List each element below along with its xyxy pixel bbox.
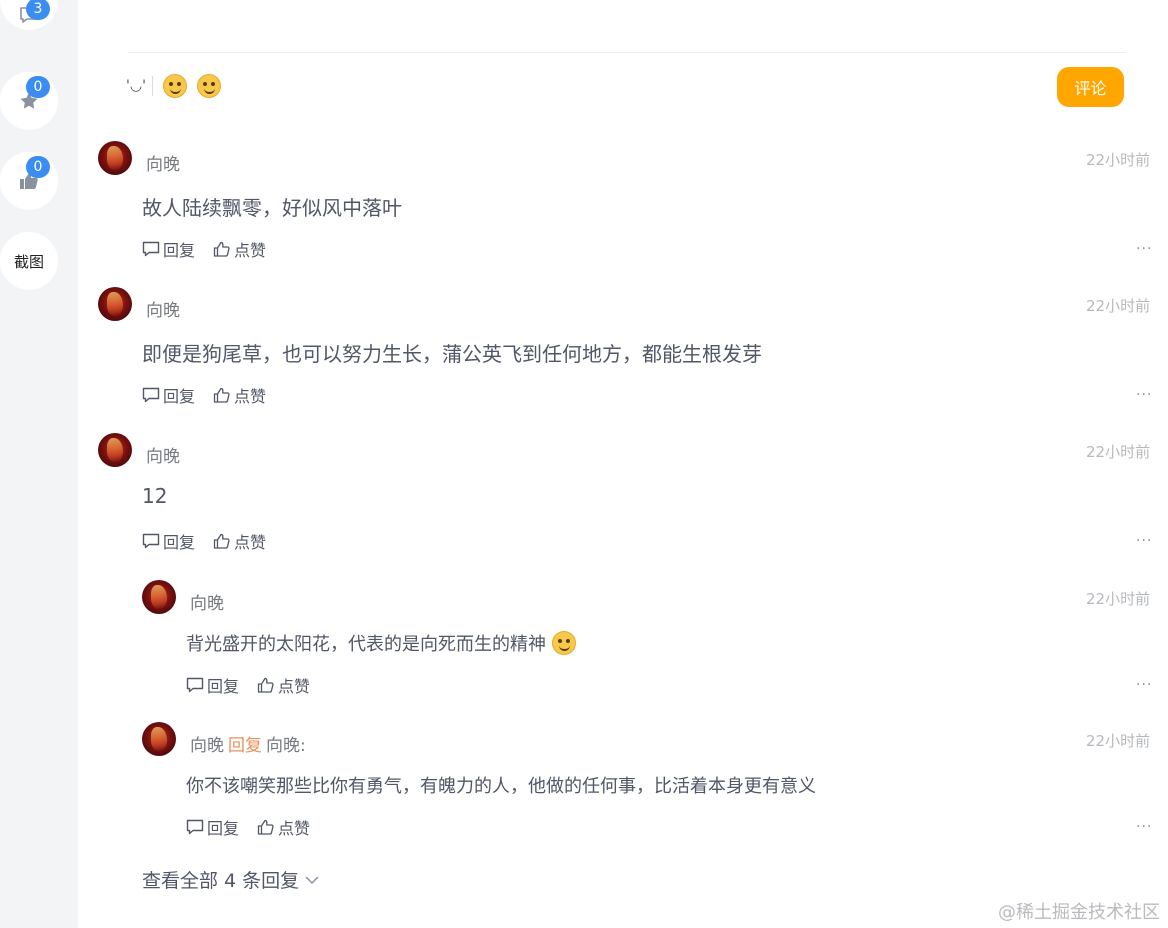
like-label: 点赞: [234, 533, 267, 552]
reply-actions: 回复 点赞: [186, 815, 310, 839]
thumbs-up-outline-icon: [213, 533, 230, 549]
comment-text: 故人陆续飘零，好似风中落叶: [142, 196, 402, 220]
comment-actions: 回复 点赞: [142, 237, 266, 261]
reply-to-user[interactable]: 向晚:: [266, 736, 306, 756]
comment-item: 向晚 22小时前 故人陆续飘零，好似风中落叶 回复 点赞 ...: [98, 141, 1152, 261]
like-comment-button[interactable]: 点赞: [257, 673, 310, 697]
like-comment-button[interactable]: 点赞: [213, 237, 266, 261]
comments-count-badge: 3: [26, 0, 50, 20]
like-label: 点赞: [234, 387, 267, 406]
reply-label: 回复: [163, 533, 196, 552]
avatar[interactable]: [98, 141, 132, 175]
screenshot-button[interactable]: 截图: [0, 232, 58, 290]
more-options-button[interactable]: ...: [1136, 815, 1152, 831]
comment-actions: 回复 点赞: [142, 383, 266, 407]
more-options-button[interactable]: ...: [1136, 237, 1152, 253]
reply-icon: [186, 677, 204, 693]
reply-header: 向晚 回复 向晚:: [190, 731, 306, 756]
like-label: 点赞: [234, 241, 267, 260]
reply-text: 你不该嘲笑那些比你有勇气，有魄力的人，他做的任何事，比活着本身更有意义: [186, 776, 816, 797]
reply-button[interactable]: 回复: [142, 529, 195, 553]
thumbs-up-outline-icon: [257, 819, 274, 835]
like-label: 点赞: [278, 819, 311, 838]
thumbs-up-outline-icon: [213, 387, 230, 403]
reply-icon: [186, 819, 204, 835]
username[interactable]: 向晚: [146, 150, 180, 175]
reply-icon: [142, 533, 160, 549]
more-options-button[interactable]: ...: [1136, 673, 1152, 689]
reply-label: 回复: [207, 677, 240, 696]
reply-time: 22小时前: [1086, 732, 1151, 750]
like-label: 点赞: [278, 677, 311, 696]
comment-item: 向晚 22小时前 即便是狗尾草，也可以努力生长，蒲公英飞到任何地方，都能生根发芽…: [98, 287, 1152, 407]
shy-emoji-icon[interactable]: [196, 74, 221, 98]
editor-placeholder[interactable]: ·: [122, 0, 126, 7]
screenshot-label: 截图: [13, 252, 44, 271]
emoji-toolbar: '◡': [126, 74, 221, 98]
comment-actions: 回复 点赞: [142, 529, 266, 553]
comment-panel: · '◡' 评论 向晚 22小时前 故人陆续飘零，好似风中落叶 回复 点赞 ..…: [78, 0, 1168, 928]
reply-button[interactable]: 回复: [142, 383, 195, 407]
favorite-button[interactable]: 0: [0, 72, 58, 130]
reply-text: 背光盛开的太阳花，代表的是向死而生的精神: [186, 634, 546, 655]
avatar[interactable]: [142, 722, 176, 756]
like-button[interactable]: 0: [0, 152, 58, 210]
avatar[interactable]: [98, 433, 132, 467]
like-comment-button[interactable]: 点赞: [213, 529, 266, 553]
more-options-button[interactable]: ...: [1136, 383, 1152, 399]
reply-button[interactable]: 回复: [186, 815, 239, 839]
reply-to-tag: 回复: [228, 736, 262, 756]
reply-label: 回复: [163, 241, 196, 260]
avatar[interactable]: [98, 287, 132, 321]
comment-text: 即便是狗尾草，也可以努力生长，蒲公英飞到任何地方，都能生根发芽: [142, 342, 762, 366]
submit-comment-button[interactable]: 评论: [1057, 67, 1124, 107]
left-sidebar: 3 0 0 截图: [0, 0, 78, 928]
reply-item: 向晚 22小时前 背光盛开的太阳花，代表的是向死而生的精神 回复 点赞 ...: [142, 580, 1152, 700]
comments-button[interactable]: 3: [0, 0, 58, 30]
avatar[interactable]: [142, 580, 176, 614]
watermark: @稀土掘金技术社区: [998, 902, 1160, 923]
favorites-count-badge: 0: [26, 76, 50, 98]
chevron-down-icon: [305, 875, 319, 884]
username[interactable]: 向晚: [190, 736, 224, 756]
comment-time: 22小时前: [1086, 151, 1151, 169]
like-comment-button[interactable]: 点赞: [213, 383, 266, 407]
reply-content: 背光盛开的太阳花，代表的是向死而生的精神: [186, 630, 576, 656]
username[interactable]: 向晚: [146, 296, 180, 321]
comment-text: 12: [142, 484, 168, 508]
smile-emoji-icon: [552, 631, 576, 655]
kaomoji-button[interactable]: '◡': [126, 76, 153, 96]
comment-time: 22小时前: [1086, 443, 1151, 461]
thumbs-up-outline-icon: [257, 677, 274, 693]
reply-button[interactable]: 回复: [186, 673, 239, 697]
view-all-replies-button[interactable]: 查看全部 4 条回复: [142, 866, 319, 893]
smile-emoji-icon[interactable]: [162, 74, 187, 98]
editor-divider: [128, 52, 1126, 53]
reply-icon: [142, 387, 160, 403]
comment-time: 22小时前: [1086, 297, 1151, 315]
reply-label: 回复: [163, 387, 196, 406]
reply-icon: [142, 241, 160, 257]
more-options-button[interactable]: ...: [1136, 529, 1152, 545]
view-all-label: 查看全部 4 条回复: [142, 870, 300, 892]
reply-item: 向晚 回复 向晚: 22小时前 你不该嘲笑那些比你有勇气，有魄力的人，他做的任何事，…: [142, 722, 1152, 842]
reply-actions: 回复 点赞: [186, 673, 310, 697]
reply-time: 22小时前: [1086, 590, 1151, 608]
thumbs-up-outline-icon: [213, 241, 230, 257]
username[interactable]: 向晚: [146, 442, 180, 467]
reply-label: 回复: [207, 819, 240, 838]
comment-item: 向晚 22小时前 12 回复 点赞 ...: [98, 433, 1152, 553]
reply-button[interactable]: 回复: [142, 237, 195, 261]
username[interactable]: 向晚: [190, 589, 224, 614]
like-comment-button[interactable]: 点赞: [257, 815, 310, 839]
likes-count-badge: 0: [26, 156, 50, 178]
